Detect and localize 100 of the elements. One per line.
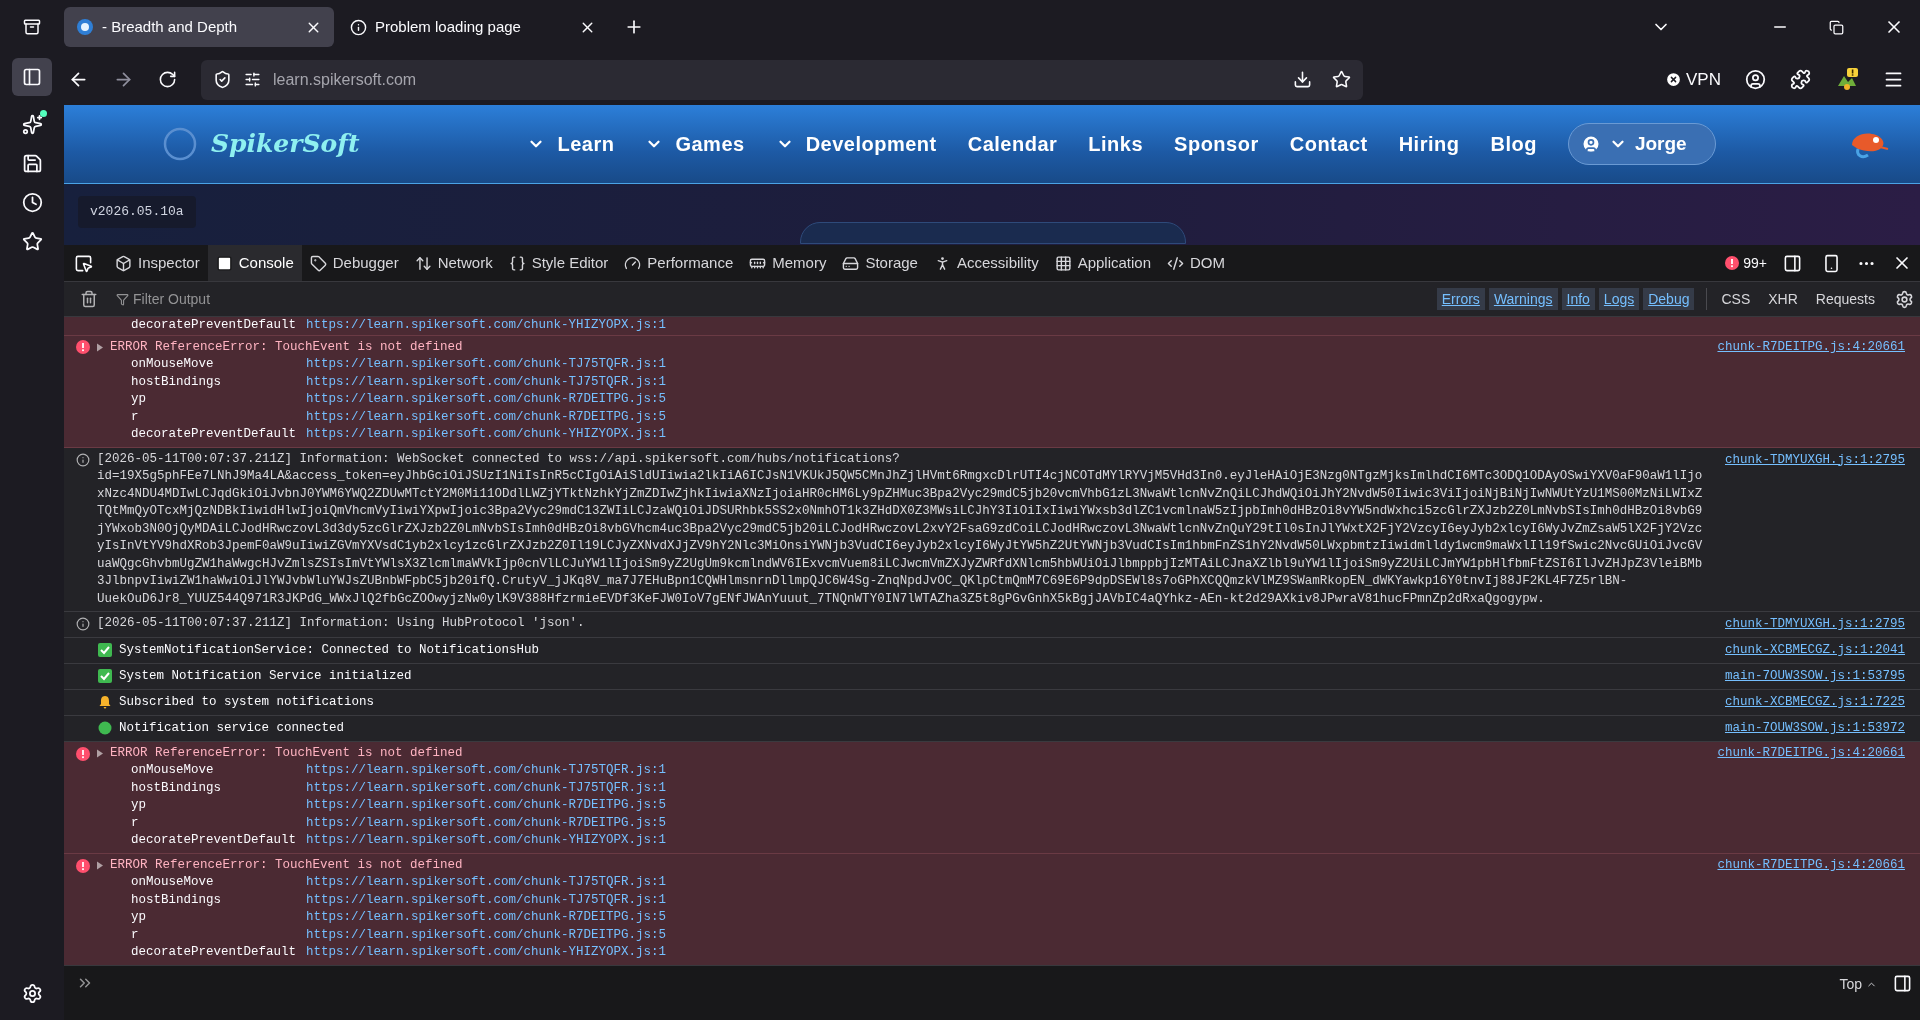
bell-icon	[98, 695, 112, 710]
devtools-tab[interactable]: DOM	[1159, 245, 1234, 281]
restore-icon[interactable]	[1829, 19, 1844, 35]
request-filter[interactable]: CSS	[1717, 288, 1755, 310]
nav-link[interactable]: Blog	[1490, 129, 1537, 159]
reload-icon[interactable]	[158, 70, 177, 89]
frame-url[interactable]: https://learn.spikersoft.com/chunk-YHIZYOPX.js:1	[306, 317, 667, 335]
nav-link[interactable]: Links	[1088, 129, 1144, 159]
frame-url[interactable]: https://learn.spikersoft.com/chunk-TJ75TQFR.js:1	[306, 891, 667, 910]
frame-url[interactable]: https://learn.spikersoft.com/chunk-TJ75TQFR.js:1	[306, 356, 667, 374]
browser-tab[interactable]: - Breadth and Depth	[64, 7, 334, 47]
split-console-icon[interactable]	[1783, 253, 1802, 273]
filter-field[interactable]: Filter Output	[116, 288, 416, 310]
devtools-tab[interactable]: Network	[406, 245, 501, 281]
star-icon[interactable]	[1332, 70, 1351, 89]
source-link[interactable]: chunk-XCBMECGZ.js:1:7225	[1724, 692, 1905, 712]
check-icon	[98, 669, 112, 684]
source-link[interactable]: chunk-XCBMECGZ.js:1:2041	[1724, 640, 1905, 660]
level-filter[interactable]: Warnings	[1488, 288, 1558, 310]
frame-url[interactable]: https://learn.spikersoft.com/chunk-R7DEITPG.js:5	[306, 909, 667, 927]
frame-url[interactable]: https://learn.spikersoft.com/chunk-R7DEITPG.js:5	[306, 814, 667, 833]
frame-url[interactable]: https://learn.spikersoft.com/chunk-YHIZYOPX.js:1	[306, 944, 667, 962]
frame-name: hostBindings	[131, 891, 222, 909]
drive-icon	[842, 254, 860, 272]
source-link[interactable]: chunk-R7DEITPG.js:4:20661	[1717, 856, 1905, 875]
download-icon[interactable]	[1293, 70, 1312, 89]
source-link[interactable]: chunk-TDMYUXGH.js:1:2795	[1724, 615, 1905, 634]
expand-arrow-icon[interactable]	[96, 861, 104, 870]
nav-link[interactable]: Development	[775, 129, 937, 159]
devtools-tab[interactable]: Console	[207, 245, 302, 281]
nav-link[interactable]: Contact	[1289, 129, 1368, 159]
nav-link[interactable]: Hiring	[1398, 129, 1460, 159]
expand-arrow-icon[interactable]	[96, 342, 104, 352]
error-counter[interactable]: 99+	[1725, 252, 1767, 274]
token-line: yIsInVtYV9hdXRob3JpemF0aW9uIiwiZGVmYXVsdC1yb2xlcy1zcGlrZXJzb2Z0Il19LCJyZXNvdXJjZV9hY2Nlc3MiOnsiYWNjb3VudCI6eyJyb2xlcyI6WyJtYW5hZ2UtYWNjb3VudCIsIm1hbmFnZS1hY2NvdW50LWxpbmtzIiwidmlldy1wcm9maWxlIl19fSwic2NvcGUiOiJvcGV	[97, 538, 1704, 555]
source-link[interactable]: main-7OUW3SOW.js:1:53972	[1724, 718, 1905, 738]
level-filter[interactable]: Info	[1561, 288, 1595, 310]
frame-name: yp	[131, 797, 147, 815]
archive-icon[interactable]	[23, 18, 41, 36]
account-icon[interactable]	[1745, 69, 1766, 90]
frame-url[interactable]: https://learn.spikersoft.com/chunk-TJ75TQFR.js:1	[306, 762, 667, 780]
request-filter[interactable]: XHR	[1764, 288, 1802, 310]
frame-url[interactable]: https://learn.spikersoft.com/chunk-TJ75TQFR.js:1	[306, 874, 667, 892]
devtools-tab[interactable]: Accessibility	[925, 245, 1047, 281]
devtools-tab[interactable]: Inspector	[107, 245, 208, 281]
extension-icon[interactable]	[1835, 67, 1859, 92]
address-bar[interactable]: learn.spikersoft.com	[201, 59, 1363, 100]
nav-link[interactable]: Calendar	[967, 129, 1058, 159]
extensions-icon[interactable]	[1790, 69, 1811, 90]
token-line: 3JlbnpvIiwiZW1haWwiOiJlYWJvbWluYWJsZUBnbWFpbC5jb20ifQ.CrutyV_jJKq8V_ma7J7EHuBpn1CQWHlmsnrnDllmpQJC6W4Sg-ZnqNpdJvOC_QKlpCtmQmM7C69E6P9dpDSEWl8s7oGPhXCQQmzkVlMZ9SWamRkopEN_dWKYawkp16Y0tnvIj88JF2KL4F7Z5rlBN-	[97, 573, 1629, 590]
level-filter[interactable]: Errors	[1436, 288, 1485, 310]
source-link[interactable]: main-7OUW3SOW.js:1:53795	[1724, 666, 1905, 686]
site-logo[interactable]: SpikerSoft	[211, 125, 360, 163]
responsive-icon[interactable]	[1822, 253, 1841, 273]
devtools-tab[interactable]: Application	[1046, 245, 1160, 281]
token-line: xNzc4NDU4MDIwLCJqdGkiOiJvbnJ0YWM6YWQ2ZDUwMTctY2M0Mi11ODdlLWZjYTktNzhkYjZmZDIwZjhkIiwiaXNzIjoiaHR0cHM6Ly9pZHMuc3Bpa2Vyc29mdC5jb20vcmVhbG1zL3NwaWtlcnNvZnQiLCJhdWQiOiJhY2NvdW50Iiwic3ViIjoiNjBiNjIwNWUtYzU1MS00MzNiLWIxZ	[97, 485, 1704, 503]
devtools-tab[interactable]: Style Editor	[500, 245, 617, 281]
devtools-tab[interactable]: Memory	[741, 245, 835, 281]
nav-link[interactable]: Games	[645, 129, 745, 159]
picker-icon[interactable]	[74, 253, 93, 273]
trash-icon[interactable]	[80, 290, 98, 308]
expand-arrow-icon[interactable]	[96, 749, 104, 758]
shield-icon[interactable]	[213, 70, 232, 89]
floppy-icon[interactable]	[21, 153, 43, 174]
tab-title: - Breadth and Depth	[102, 16, 239, 37]
devtools-tab[interactable]: Performance	[616, 245, 742, 281]
frame-name: yp	[131, 391, 147, 408]
settings-icon[interactable]	[21, 983, 43, 1004]
error-text: ERROR ReferenceError: TouchEvent is not defined	[110, 745, 464, 763]
frame-url[interactable]: https://learn.spikersoft.com/chunk-YHIZYOPX.js:1	[306, 832, 667, 850]
context-selector[interactable]: Top	[1839, 974, 1877, 995]
frame-url[interactable]: https://learn.spikersoft.com/chunk-YHIZYOPX.js:1	[306, 426, 667, 444]
vpn-button[interactable]: VPN	[1665, 66, 1721, 93]
frame-url[interactable]: https://learn.spikersoft.com/chunk-TJ75TQFR.js:1	[306, 779, 667, 798]
sidebar-toggle-icon[interactable]	[1893, 974, 1912, 993]
user-menu-button[interactable]: Jorge	[1567, 123, 1716, 165]
frame-url[interactable]: https://learn.spikersoft.com/chunk-R7DEITPG.js:5	[306, 926, 667, 945]
dot-icon	[98, 721, 112, 736]
source-link[interactable]: chunk-TDMYUXGH.js:1:2795	[1724, 450, 1905, 608]
request-filter[interactable]: Requests	[1811, 288, 1879, 310]
source-link[interactable]: chunk-R7DEITPG.js:4:20661	[1717, 744, 1905, 763]
nav-link[interactable]: Learn	[527, 129, 615, 159]
frame-url[interactable]: https://learn.spikersoft.com/chunk-R7DEITPG.js:5	[306, 408, 667, 426]
star-icon[interactable]	[21, 231, 43, 252]
frame-name: onMouseMove	[131, 356, 215, 373]
source-link[interactable]: chunk-R7DEITPG.js:4:20661	[1717, 337, 1905, 357]
level-filter[interactable]: Debug	[1643, 288, 1695, 310]
frame-url[interactable]: https://learn.spikersoft.com/chunk-TJ75TQFR.js:1	[306, 373, 667, 391]
history-icon[interactable]	[21, 192, 43, 213]
nav-link[interactable]: Sponsor	[1174, 129, 1259, 159]
frame-url[interactable]: https://learn.spikersoft.com/chunk-R7DEITPG.js:5	[306, 797, 667, 815]
sidebar-toggle-button[interactable]	[12, 58, 52, 96]
devtools-tab[interactable]: Storage	[834, 245, 926, 281]
settings-icon[interactable]	[1895, 289, 1914, 309]
frame-url[interactable]: https://learn.spikersoft.com/chunk-R7DEITPG.js:5	[306, 391, 667, 409]
level-filter[interactable]: Logs	[1598, 288, 1640, 310]
browser-tab[interactable]: Problem loading page	[338, 7, 608, 47]
sliders-icon[interactable]	[244, 71, 261, 88]
devtools-tab[interactable]: Debugger	[301, 245, 407, 281]
sparkles-icon[interactable]	[21, 114, 43, 135]
